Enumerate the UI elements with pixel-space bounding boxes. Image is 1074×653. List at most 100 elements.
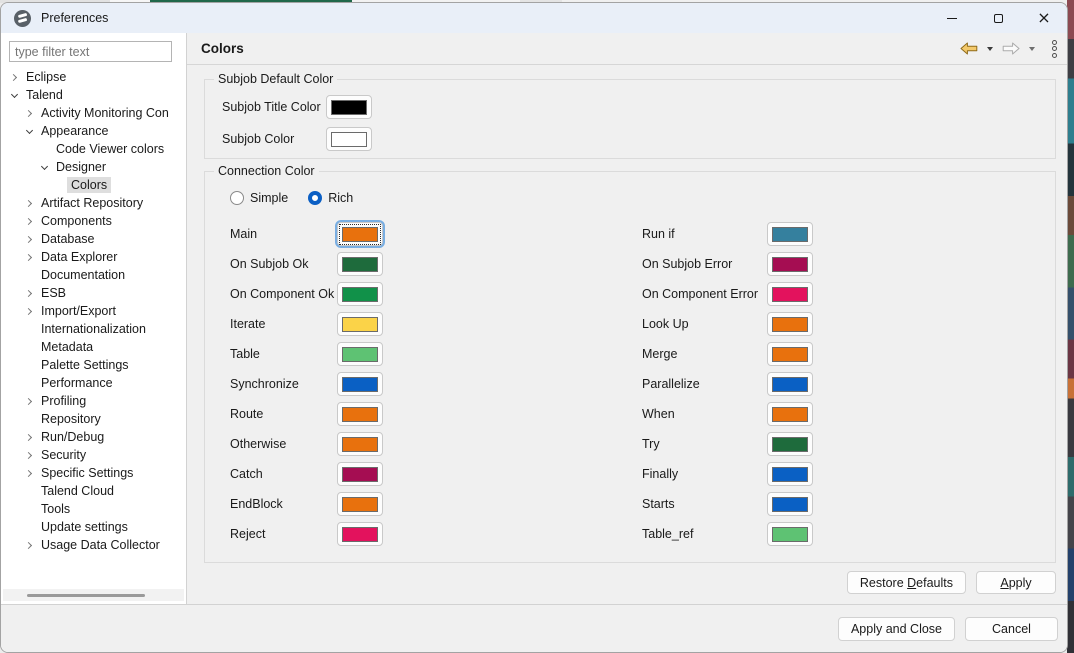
tree-item-esb[interactable]: ESB	[1, 284, 186, 302]
color-swatch-main[interactable]	[337, 222, 383, 246]
color-swatch-table[interactable]	[337, 342, 383, 366]
radio-rich[interactable]: Rich	[308, 191, 353, 205]
close-button[interactable]: ×	[1021, 3, 1067, 33]
back-history-dropdown[interactable]	[985, 45, 995, 53]
color-swatch-starts[interactable]	[767, 492, 813, 516]
maximize-button[interactable]	[975, 3, 1021, 33]
chevron-collapsed-icon[interactable]	[22, 451, 37, 459]
cancel-button[interactable]: Cancel	[965, 616, 1058, 641]
connection-color-group: Connection Color Simple Rich Main On Subjo…	[204, 164, 1056, 563]
view-menu-icon[interactable]	[1050, 38, 1059, 60]
color-swatch-subjob-title-color[interactable]	[326, 95, 372, 119]
color-swatch-run-if[interactable]	[767, 222, 813, 246]
tree-item-documentation[interactable]: Documentation	[1, 266, 186, 284]
color-swatch-on-subjob-error[interactable]	[767, 252, 813, 276]
tree-item-data-explorer[interactable]: Data Explorer	[1, 248, 186, 266]
tree-item-talend[interactable]: Talend	[1, 86, 186, 104]
tree-item-colors[interactable]: Colors	[1, 176, 186, 194]
chevron-collapsed-icon[interactable]	[22, 253, 37, 261]
color-swatch-endblock[interactable]	[337, 492, 383, 516]
content-footer: Restore Defaults Apply	[846, 571, 1056, 594]
color-swatch-on-component-error[interactable]	[767, 282, 813, 306]
apply-and-close-button[interactable]: Apply and Close	[837, 616, 955, 641]
chevron-expanded-icon[interactable]	[7, 90, 22, 98]
radio-simple[interactable]: Simple	[230, 191, 288, 205]
color-swatch-route[interactable]	[337, 402, 383, 426]
tree-item-label: Usage Data Collector	[41, 538, 160, 552]
tree-item-designer[interactable]: Designer	[1, 158, 186, 176]
color-swatch-otherwise[interactable]	[337, 432, 383, 456]
color-row: Table_ref	[642, 522, 1055, 546]
color-swatch-parallelize[interactable]	[767, 372, 813, 396]
tree-item-palette-settings[interactable]: Palette Settings	[1, 356, 186, 374]
color-label: Parallelize	[642, 377, 700, 391]
chevron-collapsed-icon[interactable]	[22, 433, 37, 441]
apply-button[interactable]: Apply	[976, 571, 1056, 594]
chevron-expanded-icon[interactable]	[22, 126, 37, 134]
tree-item-performance[interactable]: Performance	[1, 374, 186, 392]
tree-item-appearance[interactable]: Appearance	[1, 122, 186, 140]
tree-item-profiling[interactable]: Profiling	[1, 392, 186, 410]
color-chip	[772, 406, 808, 422]
group-title: Connection Color	[214, 164, 319, 178]
scrollbar-thumb[interactable]	[27, 594, 145, 597]
chevron-collapsed-icon[interactable]	[22, 397, 37, 405]
tree-item-run-debug[interactable]: Run/Debug	[1, 428, 186, 446]
chevron-collapsed-icon[interactable]	[22, 199, 37, 207]
tree-item-code-viewer-colors[interactable]: Code Viewer colors	[1, 140, 186, 158]
chevron-collapsed-icon[interactable]	[22, 217, 37, 225]
color-swatch-merge[interactable]	[767, 342, 813, 366]
tree-item-specific-settings[interactable]: Specific Settings	[1, 464, 186, 482]
chevron-collapsed-icon[interactable]	[7, 73, 22, 81]
minimize-button[interactable]	[929, 3, 975, 33]
tree-item-internationalization[interactable]: Internationalization	[1, 320, 186, 338]
preferences-sidebar: Eclipse Talend Activity Monitoring Con Appe…	[1, 33, 187, 604]
chevron-collapsed-icon[interactable]	[22, 541, 37, 549]
tree-item-import-export[interactable]: Import/Export	[1, 302, 186, 320]
color-row: Parallelize	[642, 372, 1055, 396]
tree-item-eclipse[interactable]: Eclipse	[1, 68, 186, 86]
color-swatch-on-component-ok[interactable]	[337, 282, 383, 306]
tree-item-talend-cloud[interactable]: Talend Cloud	[1, 482, 186, 500]
tree-item-repository[interactable]: Repository	[1, 410, 186, 428]
color-swatch-try[interactable]	[767, 432, 813, 456]
color-swatch-reject[interactable]	[337, 522, 383, 546]
window-title: Preferences	[41, 11, 109, 25]
tree-item-activity-monitoring-con[interactable]: Activity Monitoring Con	[1, 104, 186, 122]
tree-item-metadata[interactable]: Metadata	[1, 338, 186, 356]
color-swatch-synchronize[interactable]	[337, 372, 383, 396]
chevron-collapsed-icon[interactable]	[22, 235, 37, 243]
color-swatch-when[interactable]	[767, 402, 813, 426]
tree-item-usage-data-collector[interactable]: Usage Data Collector	[1, 536, 186, 554]
color-swatch-catch[interactable]	[337, 462, 383, 486]
color-swatch-on-subjob-ok[interactable]	[337, 252, 383, 276]
chevron-expanded-icon[interactable]	[37, 162, 52, 170]
window-controls: ×	[929, 3, 1067, 33]
color-label: Catch	[230, 467, 263, 481]
forward-history-dropdown[interactable]	[1027, 45, 1037, 53]
dialog-footer: Apply and Close Cancel	[1, 604, 1067, 652]
color-chip	[342, 406, 378, 422]
colors-panel: Colors Subjob Default Color Subjob Title…	[187, 33, 1067, 604]
color-swatch-table-ref[interactable]	[767, 522, 813, 546]
tree-item-artifact-repository[interactable]: Artifact Repository	[1, 194, 186, 212]
back-button[interactable]	[958, 40, 980, 57]
tree-item-database[interactable]: Database	[1, 230, 186, 248]
color-swatch-iterate[interactable]	[337, 312, 383, 336]
tree-item-tools[interactable]: Tools	[1, 500, 186, 518]
tree-item-security[interactable]: Security	[1, 446, 186, 464]
color-swatch-subjob-color[interactable]	[326, 127, 372, 151]
tree-item-components[interactable]: Components	[1, 212, 186, 230]
color-swatch-finally[interactable]	[767, 462, 813, 486]
chevron-collapsed-icon[interactable]	[22, 109, 37, 117]
filter-input[interactable]	[9, 41, 172, 62]
color-swatch-look-up[interactable]	[767, 312, 813, 336]
chevron-collapsed-icon[interactable]	[22, 307, 37, 315]
tree-item-update-settings[interactable]: Update settings	[1, 518, 186, 536]
color-chip	[772, 256, 808, 272]
chevron-collapsed-icon[interactable]	[22, 469, 37, 477]
restore-defaults-button[interactable]: Restore Defaults	[846, 571, 966, 594]
chevron-collapsed-icon[interactable]	[22, 289, 37, 297]
forward-button[interactable]	[1000, 40, 1022, 57]
sidebar-horizontal-scrollbar[interactable]	[3, 589, 184, 601]
